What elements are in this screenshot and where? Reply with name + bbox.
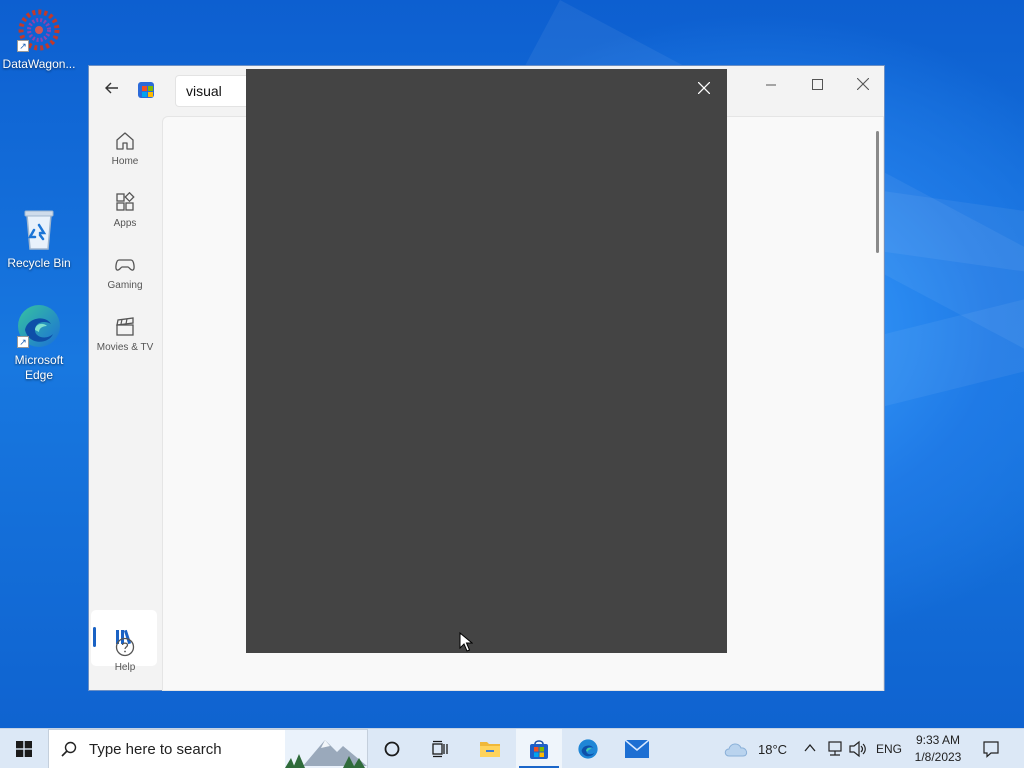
mail-taskbar-button[interactable]: [614, 729, 660, 768]
shortcut-arrow-icon: ↗: [17, 336, 29, 348]
notification-icon[interactable]: [982, 740, 1000, 758]
network-icon[interactable]: [826, 740, 844, 758]
start-button[interactable]: [0, 729, 48, 768]
task-view-icon: [432, 740, 448, 758]
desktop-icon-recycle-bin[interactable]: Recycle Bin: [0, 205, 78, 271]
cortana-circle-icon: [384, 741, 400, 757]
minimize-icon: [766, 84, 776, 86]
overlay-dialog: [246, 69, 727, 653]
desktop-icon-label: Microsoft Edge: [14, 353, 64, 382]
weather-temperature[interactable]: 18°C: [758, 742, 787, 757]
recycle-bin-icon: [15, 205, 63, 253]
store-bag-icon: [530, 740, 548, 759]
mail-icon: [625, 740, 649, 758]
gamepad-icon: [114, 254, 136, 276]
microsoft-store-taskbar-button[interactable]: [516, 729, 562, 768]
close-icon: [856, 77, 870, 91]
edge-icon: ↗: [15, 302, 63, 350]
taskbar: Type here to search 18°C ENG 9:33 AM 1/8…: [0, 728, 1024, 768]
volume-icon[interactable]: [848, 740, 868, 758]
maximize-button[interactable]: [794, 70, 840, 102]
clock[interactable]: 9:33 AM 1/8/2023: [906, 732, 970, 766]
language-indicator[interactable]: ENG: [876, 742, 902, 756]
nav-item-label: Apps: [113, 218, 137, 229]
close-icon: [697, 81, 711, 95]
cortana-button[interactable]: [369, 729, 415, 768]
help-icon: [114, 636, 136, 658]
scrollbar[interactable]: [876, 131, 879, 253]
nav-item-home[interactable]: Home: [93, 122, 157, 178]
nav-item-apps[interactable]: Apps: [93, 184, 157, 240]
nav-item-label: Help: [114, 662, 136, 673]
clock-date: 1/8/2023: [914, 750, 962, 764]
back-button[interactable]: [101, 80, 123, 102]
mouse-cursor-icon: [459, 631, 474, 652]
file-explorer-button[interactable]: [467, 729, 513, 768]
windows-logo-icon: [16, 741, 32, 757]
close-button[interactable]: [840, 70, 886, 102]
home-icon: [114, 130, 136, 152]
desktop-icon-label: Recycle Bin: [7, 256, 71, 270]
nav-item-help[interactable]: Help: [93, 628, 157, 684]
desktop-icon-edge[interactable]: ↗ Microsoft Edge: [0, 302, 78, 383]
desktop-icon-label: DataWagon...: [2, 57, 76, 71]
nav-item-label: Movies & TV: [96, 342, 154, 353]
nav-item-movies-tv[interactable]: Movies & TV: [93, 308, 157, 364]
task-view-button[interactable]: [417, 729, 463, 768]
store-logo-icon: [138, 82, 154, 98]
edge-taskbar-button[interactable]: [565, 729, 611, 768]
shortcut-arrow-icon: ↗: [17, 40, 29, 52]
clock-time: 9:33 AM: [915, 733, 961, 747]
nav-item-label: Home: [111, 156, 139, 167]
cloud-weather-icon: [724, 743, 748, 757]
search-icon: [61, 741, 77, 757]
edge-icon: [578, 739, 598, 759]
folder-icon: [480, 742, 500, 757]
datawagon-icon: ↗: [15, 6, 63, 54]
chevron-up-icon[interactable]: [804, 743, 816, 753]
nav-item-gaming[interactable]: Gaming: [93, 246, 157, 302]
arrow-left-icon: [105, 82, 118, 94]
maximize-icon: [811, 79, 823, 90]
clapperboard-icon: [114, 316, 136, 338]
dialog-close-button[interactable]: [691, 75, 717, 101]
apps-icon: [114, 191, 136, 214]
taskbar-search-box[interactable]: Type here to search: [48, 729, 368, 768]
minimize-button[interactable]: [748, 70, 794, 102]
nav-item-label: Gaming: [107, 280, 143, 291]
search-placeholder: Type here to search: [89, 741, 222, 758]
nav-rail: Home Apps Gaming Movies & TV Help: [89, 116, 161, 691]
desktop-icon-datawagon[interactable]: ↗ DataWagon...: [0, 6, 78, 72]
search-highlight-illustration-icon: [285, 730, 367, 768]
